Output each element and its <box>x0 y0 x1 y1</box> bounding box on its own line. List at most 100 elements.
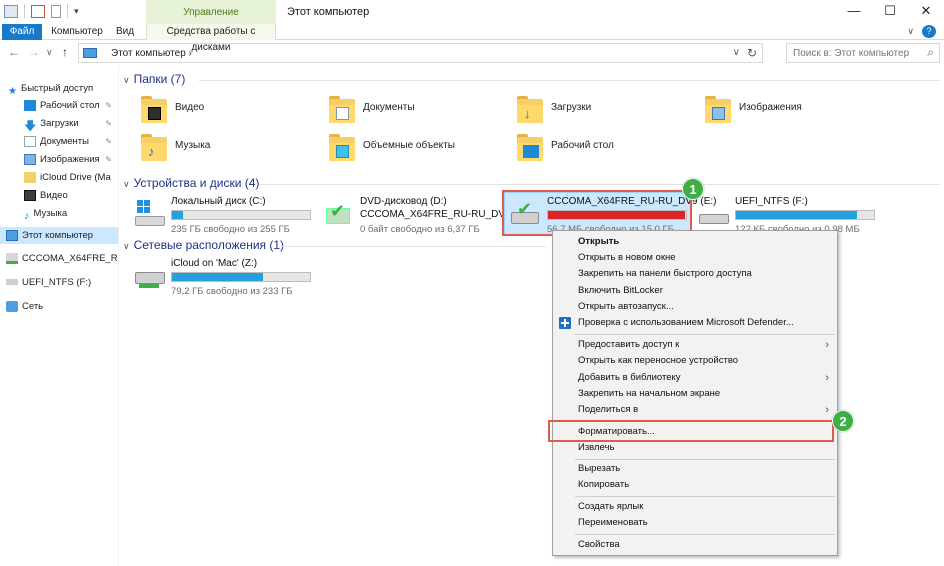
maximize-button[interactable]: ☐ <box>872 0 908 24</box>
menu-item-share[interactable]: Поделиться в › <box>553 402 837 418</box>
navigation-pane: ★ Быстрый доступ Рабочий стол ✎ 🡇 Загрузки ✎… <box>0 72 118 566</box>
pc-icon <box>6 229 18 241</box>
sidebar-item-drive-f[interactable]: UEFI_NTFS (F:) <box>0 274 118 291</box>
chevron-right-icon: › <box>825 404 829 416</box>
menu-item-rename[interactable]: Переименовать <box>553 515 837 531</box>
pin-icon[interactable]: ✎ <box>105 115 112 132</box>
tab-drive-tools[interactable]: Средства работы с дисками <box>146 24 276 53</box>
menu-item-copy[interactable]: Копировать <box>553 477 837 493</box>
drive-name: Локальный диск (C:) <box>171 196 266 207</box>
new-folder-icon[interactable] <box>51 4 61 18</box>
menu-item-pin-start[interactable]: Закрепить на начальном экране <box>553 386 837 402</box>
download-icon: 🡇 <box>24 118 37 132</box>
chevron-right-icon: › <box>825 339 829 351</box>
menu-item-open[interactable]: Открыть <box>553 234 837 250</box>
section-folders-header[interactable]: ∨ Папки (7) <box>123 72 185 86</box>
divider <box>281 246 546 247</box>
address-dropdown-icon[interactable]: ∨ <box>733 47 740 58</box>
tab-computer[interactable]: Компьютер <box>46 24 108 40</box>
desktop-folder-icon <box>517 134 545 162</box>
menu-item-create-shortcut[interactable]: Создать ярлык <box>553 499 837 515</box>
menu-item-give-access[interactable]: Предоставить доступ к › <box>553 337 837 353</box>
pin-icon[interactable]: ✎ <box>105 133 112 150</box>
3d-objects-folder-icon <box>329 134 357 162</box>
up-icon[interactable]: ↑ <box>62 45 68 59</box>
ribbon-tabs: Файл Компьютер Вид Средства работы с дис… <box>0 24 944 53</box>
folder-label: Документы <box>363 102 415 113</box>
sidebar-item-documents[interactable]: Документы ✎ <box>0 133 118 150</box>
sidebar-item-music[interactable]: ♪ Музыка <box>0 205 118 222</box>
menu-item-open-new-window[interactable]: Открыть в новом окне <box>553 250 837 266</box>
sidebar-item-label: Сеть <box>22 301 44 312</box>
pin-icon[interactable]: ✎ <box>105 151 112 168</box>
menu-separator <box>575 496 835 497</box>
pin-icon[interactable]: ✎ <box>105 97 112 114</box>
menu-item-eject[interactable]: Извлечь <box>553 440 837 456</box>
folder-label: Рабочий стол <box>551 140 614 151</box>
video-icon <box>24 189 36 201</box>
folder-label: Загрузки <box>551 102 592 113</box>
drive-icon <box>6 252 18 264</box>
breadcrumb[interactable]: Этот компьютер › <box>111 48 192 59</box>
address-bar[interactable]: Этот компьютер › ∨ ↻ <box>78 43 763 63</box>
sidebar-item-desktop[interactable]: Рабочий стол ✎ <box>0 97 118 114</box>
chevron-right-icon: › <box>825 372 829 384</box>
minimize-button[interactable]: — <box>836 0 872 24</box>
title-bar: ▾ Управление Этот компьютер — ☐ ✕ <box>0 0 944 24</box>
search-input[interactable]: Поиск в: Этот компьютер ⌕ <box>786 43 940 63</box>
refresh-icon[interactable]: ↻ <box>747 46 757 60</box>
usb-drive-icon <box>699 200 729 230</box>
customize-toolbar-icon[interactable]: ▾ <box>74 6 79 17</box>
section-title: Устройства и диски (4) <box>133 176 260 190</box>
recent-locations-icon[interactable]: ∨ <box>46 47 53 58</box>
menu-item-properties[interactable]: Свойства <box>553 537 837 553</box>
sidebar-item-drive-e[interactable]: CCCOMA_X64FRE_RU <box>0 250 118 267</box>
network-drive-icon <box>135 262 165 292</box>
sidebar-item-this-pc[interactable]: Этот компьютер <box>0 227 118 244</box>
chevron-down-icon: ∨ <box>123 75 130 85</box>
sidebar-item-label: Загрузки <box>40 118 79 129</box>
menu-item-cut[interactable]: Вырезать <box>553 461 837 477</box>
divider <box>199 80 939 81</box>
folder-label: Изображения <box>739 102 802 113</box>
section-devices-header[interactable]: ∨ Устройства и диски (4) <box>123 176 259 190</box>
highlight-format <box>548 420 834 442</box>
sidebar-item-icloud[interactable]: iCloud Drive (Ma <box>0 169 118 186</box>
star-icon: ★ <box>8 85 17 97</box>
folder-label: Видео <box>175 102 205 113</box>
menu-item-autoplay[interactable]: Открыть автозапуск... <box>553 299 837 315</box>
usb-drive-icon <box>6 279 18 286</box>
sidebar-item-video[interactable]: Видео <box>0 187 118 204</box>
drive-name: UEFI_NTFS (F:) <box>735 196 808 207</box>
pc-icon[interactable] <box>4 4 18 18</box>
sidebar-item-pictures[interactable]: Изображения ✎ <box>0 151 118 168</box>
sidebar-item-quick-access[interactable]: ★ Быстрый доступ <box>0 80 118 97</box>
menu-item-pin-quick-access[interactable]: Закрепить на панели быстрого доступа <box>553 266 837 282</box>
documents-icon <box>24 135 36 147</box>
tab-view[interactable]: Вид <box>110 24 140 40</box>
sidebar-item-downloads[interactable]: 🡇 Загрузки ✎ <box>0 115 118 132</box>
quick-access-toolbar: ▾ <box>4 4 79 18</box>
menu-item-add-library[interactable]: Добавить в библиотеку › <box>553 370 837 386</box>
menu-item-label: Поделиться в <box>578 404 639 415</box>
music-icon: ♪ <box>24 209 30 222</box>
back-icon[interactable]: ← <box>8 45 20 59</box>
properties-icon[interactable] <box>31 4 45 18</box>
drive-free-space: 0 байт свободно из 6,37 ГБ <box>360 224 480 235</box>
drive-usage-bar <box>171 210 311 220</box>
section-network-header[interactable]: ∨ Сетевые расположения (1) <box>123 238 284 252</box>
menu-item-bitlocker[interactable]: Включить BitLocker <box>553 283 837 299</box>
sidebar-item-label: Рабочий стол <box>40 100 100 111</box>
close-button[interactable]: ✕ <box>908 0 944 24</box>
sidebar-item-network[interactable]: Сеть <box>0 298 118 315</box>
help-icon[interactable]: ? <box>922 25 936 38</box>
drive-usage-bar <box>735 210 875 220</box>
expand-ribbon-icon[interactable]: ∨ <box>907 26 914 37</box>
callout-badge-1: 1 <box>682 178 704 200</box>
music-folder-icon: ♪ <box>141 134 169 162</box>
forward-icon[interactable]: → <box>28 45 40 59</box>
tab-file[interactable]: Файл <box>2 24 42 40</box>
menu-item-open-portable[interactable]: Открыть как переносное устройство <box>553 353 837 369</box>
menu-item-defender-scan[interactable]: Проверка с использованием Microsoft Defe… <box>553 315 837 331</box>
drive-name: DVD-дисковод (D:) <box>360 196 447 207</box>
